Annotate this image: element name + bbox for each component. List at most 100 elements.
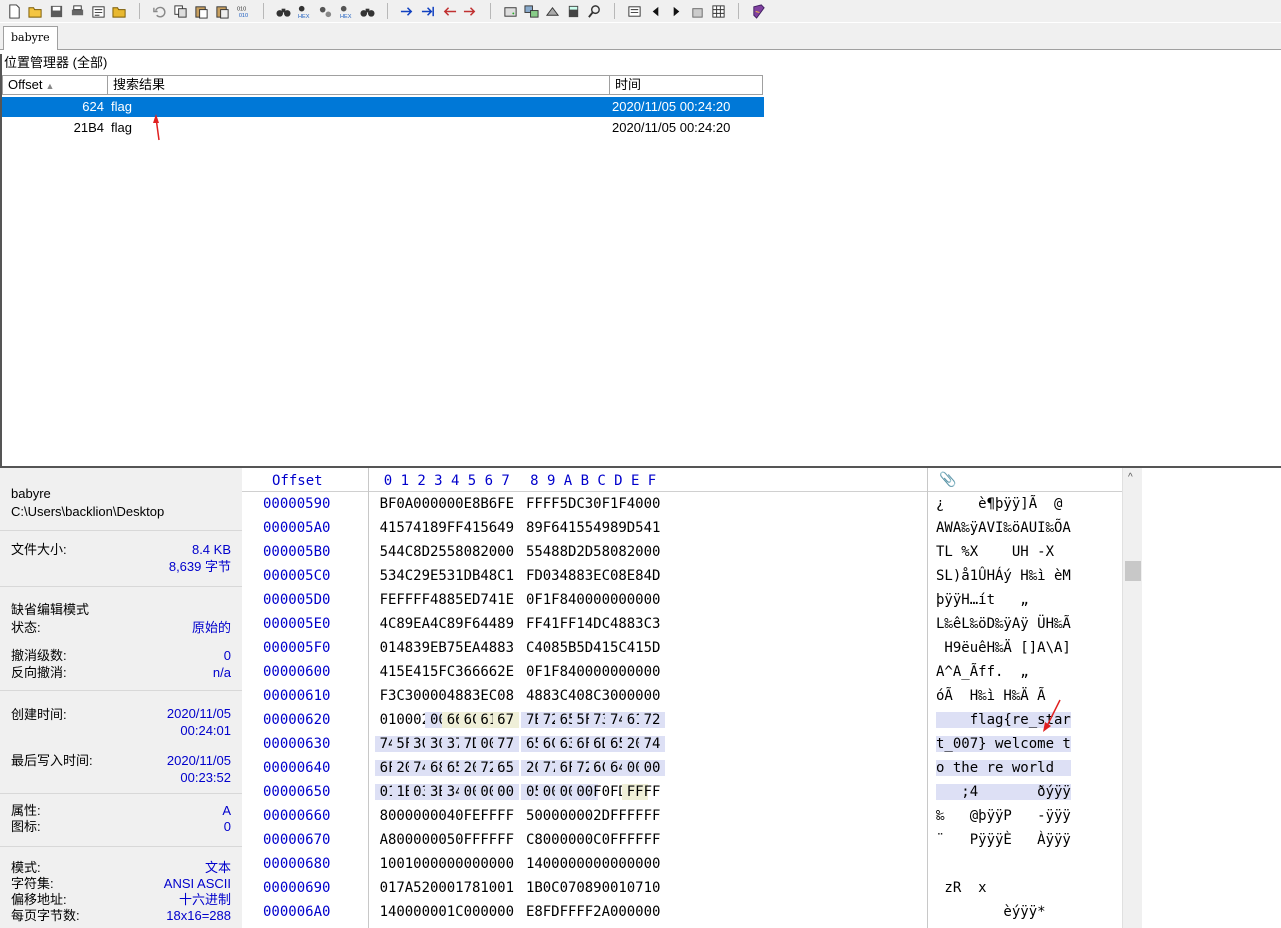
hex-byte[interactable]: 00 bbox=[639, 664, 665, 680]
column-header-time[interactable]: 时间 bbox=[610, 75, 763, 95]
hex-byte[interactable]: 74 bbox=[639, 736, 665, 752]
hex-byte[interactable]: FF bbox=[639, 832, 665, 848]
hex-row[interactable]: 00000630 74 5F 30 30 37 7D 00 77 65 6C 63 6F 6D 65 20 74… bbox=[242, 732, 1128, 756]
hex-byte[interactable]: FE bbox=[493, 496, 519, 512]
copy-icon[interactable] bbox=[170, 2, 191, 20]
find-hex-icon[interactable]: HEX bbox=[294, 2, 315, 20]
scroll-thumb[interactable] bbox=[1125, 561, 1141, 581]
hex-editor[interactable]: Offset 📎 0123456789ABCDEF 00000590 BF 0A 00… bbox=[242, 468, 1128, 928]
ascii-text[interactable]: ¿ è¶þÿÿ]Ã @ bbox=[936, 496, 1071, 512]
hex-row[interactable]: 00000590 BF 0A 00 00 00 E8 B6 FE FF FF 5D C3 0F 1F 40 00… bbox=[242, 492, 1128, 516]
ascii-text[interactable]: ¨ PÿÿÿÈ Àÿÿÿ bbox=[936, 832, 1071, 848]
goto-sector-icon[interactable] bbox=[418, 2, 439, 20]
hex-byte[interactable]: 00 bbox=[639, 688, 665, 704]
hex-row[interactable]: 00000640 6F 20 74 68 65 20 72 65 20 77 6F 72 6C 64 00 00… bbox=[242, 756, 1128, 780]
undo-icon[interactable] bbox=[149, 2, 170, 20]
hex-byte[interactable]: 00 bbox=[639, 904, 665, 920]
ascii-text[interactable]: L‰êL‰öD‰ÿAÿ ÜH‰Ã bbox=[936, 616, 1071, 632]
binary-icon[interactable]: 010 010 bbox=[233, 2, 254, 20]
template-icon[interactable] bbox=[624, 2, 645, 20]
column-header-offset[interactable]: Offset ▲ bbox=[2, 75, 108, 95]
hex-byte[interactable]: 72 bbox=[639, 712, 665, 728]
hex-byte[interactable]: FF bbox=[493, 808, 519, 824]
hex-row[interactable]: 000005F0 01 48 39 EB 75 EA 48 83 C4 08 5B 5D 41 5C 41 5D… bbox=[242, 636, 1128, 660]
hex-row[interactable]: 00000680 10 01 00 00 00 00 00 00 14 00 00 00 00 00 00 00 bbox=[242, 852, 1128, 876]
hex-byte[interactable]: 1E bbox=[493, 592, 519, 608]
scroll-up-icon[interactable]: ^ bbox=[1128, 472, 1133, 483]
hex-byte[interactable]: 5D bbox=[639, 640, 665, 656]
ram-icon[interactable] bbox=[542, 2, 563, 20]
paste-special-icon[interactable] bbox=[212, 2, 233, 20]
hex-byte[interactable]: 83 bbox=[493, 640, 519, 656]
hex-byte[interactable]: FF bbox=[639, 808, 665, 824]
list-item[interactable]: 21B4 flag 2020/11/05 00:24:20 bbox=[2, 118, 764, 138]
hex-row[interactable]: 00000610 F3 C3 00 00 48 83 EC 08 48 83 C4 08 C3 00 00 00… bbox=[242, 684, 1128, 708]
tab-babyre[interactable]: babyre bbox=[3, 26, 58, 50]
hex-byte[interactable]: FF bbox=[493, 832, 519, 848]
calculator-icon[interactable] bbox=[563, 2, 584, 20]
ascii-text[interactable]: H9ëuêH‰Ä []A\A] bbox=[936, 640, 1070, 656]
hex-byte[interactable]: 00 bbox=[639, 592, 665, 608]
back-icon[interactable] bbox=[439, 2, 460, 20]
hex-row[interactable]: 00000660 80 00 00 00 40 FE FF FF 50 00 00 00 2D FF FF FF… bbox=[242, 804, 1128, 828]
next-icon[interactable] bbox=[666, 2, 687, 20]
search-icon[interactable] bbox=[584, 2, 605, 20]
ascii-text[interactable]: èýÿÿ* bbox=[936, 904, 1071, 920]
forward-icon[interactable] bbox=[460, 2, 481, 20]
save-icon[interactable] bbox=[46, 2, 67, 20]
replace-hex-icon[interactable]: HEX bbox=[336, 2, 357, 20]
paste-icon[interactable] bbox=[191, 2, 212, 20]
find-icon[interactable] bbox=[273, 2, 294, 20]
hex-row[interactable]: 00000650 01 1B 03 3B 34 00 00 00 05 00 00 00 F0 FD FF FF… bbox=[242, 780, 1128, 804]
hex-byte[interactable]: 01 bbox=[493, 880, 519, 896]
hex-byte[interactable]: 89 bbox=[493, 616, 519, 632]
vertical-scrollbar[interactable]: ^ bbox=[1122, 468, 1142, 928]
clone-icon[interactable] bbox=[521, 2, 542, 20]
ascii-text[interactable] bbox=[936, 856, 1071, 872]
hex-byte[interactable]: 00 bbox=[639, 496, 665, 512]
hex-byte[interactable]: 2E bbox=[493, 664, 519, 680]
hex-byte[interactable]: 00 bbox=[493, 904, 519, 920]
hex-row[interactable]: 00000620 01 00 02 00 66 6C 61 67 7B 72 65 5F 73 74 61 72… bbox=[242, 708, 1128, 732]
ascii-text[interactable]: o the re world bbox=[936, 760, 1071, 776]
ascii-text[interactable]: flag{re_star bbox=[936, 712, 1071, 728]
prev-icon[interactable] bbox=[645, 2, 666, 20]
hex-row[interactable]: 00000690 01 7A 52 00 01 78 10 01 1B 0C 07 08 90 01 07 10… bbox=[242, 876, 1128, 900]
hex-row[interactable]: 000005D0 FE FF FF 48 85 ED 74 1E 0F 1F 84 00 00 00 00 00… bbox=[242, 588, 1128, 612]
new-file-icon[interactable] bbox=[4, 2, 25, 20]
home-icon[interactable] bbox=[687, 2, 708, 20]
hex-byte[interactable]: 00 bbox=[639, 544, 665, 560]
hex-byte[interactable]: 4D bbox=[639, 568, 665, 584]
hex-byte[interactable]: 65 bbox=[492, 760, 519, 776]
properties-icon[interactable] bbox=[88, 2, 109, 20]
hex-row[interactable]: 000005A0 41 57 41 89 FF 41 56 49 89 F6 41 55 49 89 D5 41… bbox=[242, 516, 1128, 540]
column-header-result[interactable]: 搜索结果 bbox=[108, 75, 610, 95]
ascii-text[interactable]: A^A_Ãff. „ bbox=[936, 664, 1071, 680]
hex-byte[interactable]: 00 bbox=[492, 784, 519, 800]
hex-byte[interactable]: 08 bbox=[493, 688, 519, 704]
book-icon[interactable] bbox=[748, 2, 769, 20]
print-icon[interactable] bbox=[67, 2, 88, 20]
hex-row[interactable]: 000005B0 54 4C 8D 25 58 08 20 00 55 48 8D 2D 58 08 20 00… bbox=[242, 540, 1128, 564]
hex-row[interactable]: 000006A0 14 00 00 00 1C 00 00 00 E8 FD FF FF 2A 00 00 00… bbox=[242, 900, 1128, 924]
hex-byte[interactable]: 10 bbox=[639, 880, 665, 896]
ascii-text[interactable]: ‰ @þÿÿP -ÿÿÿ bbox=[936, 808, 1071, 824]
ascii-text[interactable]: TL %X UH -X bbox=[936, 544, 1079, 560]
ascii-text[interactable]: óÃ H‰ì H‰Ä Ã bbox=[936, 688, 1071, 704]
replace-icon[interactable] bbox=[315, 2, 336, 20]
list-item[interactable]: 624 flag 2020/11/05 00:24:20 bbox=[2, 97, 764, 117]
hex-byte[interactable]: 00 bbox=[493, 856, 519, 872]
hex-byte[interactable]: C1 bbox=[493, 568, 519, 584]
hex-row[interactable]: 00000600 41 5E 41 5F C3 66 66 2E 0F 1F 84 00 00 00 00 00… bbox=[242, 660, 1128, 684]
ascii-text[interactable]: zR x bbox=[936, 880, 1071, 896]
hex-row[interactable]: 000005E0 4C 89 EA 4C 89 F6 44 89 FF 41 FF 14 DC 48 83 C3… bbox=[242, 612, 1128, 636]
hex-byte[interactable]: C3 bbox=[639, 616, 665, 632]
hex-byte[interactable]: 49 bbox=[493, 520, 519, 536]
table-icon[interactable] bbox=[708, 2, 729, 20]
hex-byte[interactable]: 00 bbox=[639, 760, 665, 776]
find-next-icon[interactable] bbox=[357, 2, 378, 20]
hex-row[interactable]: 00000670 A8 00 00 00 50 FF FF FF C8 00 00 00 C0 FF FF FF… bbox=[242, 828, 1128, 852]
hex-byte[interactable]: 67 bbox=[492, 712, 519, 728]
hex-row[interactable]: 000005C0 53 4C 29 E5 31 DB 48 C1 FD 03 48 83 EC 08 E8 4D… bbox=[242, 564, 1128, 588]
ascii-text[interactable]: SL)å1ÛHÁý H‰ì èM bbox=[936, 568, 1071, 584]
